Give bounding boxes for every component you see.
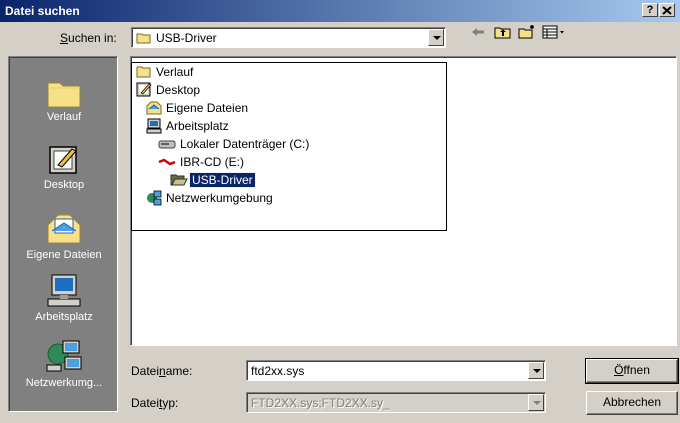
dropdown-item-label: Desktop: [156, 83, 201, 97]
my-computer-icon: [146, 118, 162, 134]
up-folder-icon[interactable]: [494, 24, 512, 40]
cancel-button[interactable]: Abbrechen: [586, 391, 678, 415]
network-icon: [46, 340, 82, 372]
lookin-dropdown-button[interactable]: [428, 29, 444, 46]
open-folder-icon: [136, 33, 151, 44]
place-label: Netzwerkumg...: [25, 377, 103, 389]
filename-value: ftd2xx.sys: [251, 364, 305, 378]
filetype-value: FTD2XX.sys;FTD2XX.sy_: [251, 396, 390, 410]
help-button[interactable]: ?: [642, 3, 658, 17]
filename-dropdown-button[interactable]: [528, 362, 544, 379]
my-documents-icon: [146, 101, 162, 115]
dropdown-item-label: Lokaler Datenträger (C:): [180, 137, 310, 151]
place-label: Eigene Dateien: [26, 249, 102, 261]
window-title: Datei suchen: [5, 4, 80, 18]
hard-drive-icon: [158, 140, 176, 149]
filetype-label: Dateityp:: [131, 396, 179, 410]
dropdown-item-label: Arbeitsplatz: [166, 119, 229, 133]
lookin-value: USB-Driver: [156, 31, 217, 45]
dropdown-item-label: USB-Driver: [189, 172, 256, 188]
dropdown-item-label: Eigene Dateien: [166, 101, 249, 115]
new-folder-icon[interactable]: [518, 24, 536, 40]
places-bar: Verlauf Desktop Eigene Dateien Arbeitspl…: [8, 56, 118, 412]
dropdown-item-label: IBR-CD (E:): [180, 155, 244, 169]
dropdown-item-label: Netzwerkumgebung: [166, 191, 273, 205]
desktop-icon: [136, 82, 152, 97]
history-folder-icon: [47, 82, 81, 108]
place-desktop[interactable]: Desktop: [9, 143, 119, 191]
close-button[interactable]: [659, 3, 675, 17]
cd-drive-icon: [158, 158, 176, 166]
close-icon: [662, 6, 672, 15]
dropdown-item-label: Verlauf: [156, 65, 194, 79]
open-folder-icon: [170, 174, 188, 186]
view-menu-icon[interactable]: [542, 24, 568, 40]
place-eigene-dateien[interactable]: Eigene Dateien: [9, 213, 119, 261]
my-documents-icon: [47, 214, 81, 244]
filetype-dropdown-button[interactable]: [528, 394, 544, 411]
title-bar: Datei suchen ?: [0, 0, 680, 22]
place-label: Desktop: [43, 179, 85, 191]
my-computer-icon: [47, 274, 81, 307]
open-button[interactable]: Öffnen: [585, 358, 679, 384]
filetype-select[interactable]: FTD2XX.sys;FTD2XX.sy_: [246, 392, 546, 413]
network-icon: [147, 190, 162, 206]
filename-input[interactable]: ftd2xx.sys: [246, 360, 546, 381]
lookin-label: Suchen in:: [60, 31, 117, 45]
place-verlauf[interactable]: Verlauf: [9, 77, 119, 123]
place-arbeitsplatz[interactable]: Arbeitsplatz: [9, 273, 119, 323]
place-netzwerkumgebung[interactable]: Netzwerkumg...: [9, 339, 119, 389]
lookin-dropdown-list: Verlauf Desktop Eigene Dateien Arbeitspl…: [131, 62, 447, 231]
back-arrow-icon[interactable]: [470, 24, 486, 40]
lookin-combo[interactable]: USB-Driver: [131, 27, 446, 48]
place-label: Arbeitsplatz: [35, 311, 93, 323]
filename-label: Dateiname:: [131, 364, 193, 378]
place-label: Verlauf: [46, 111, 82, 123]
folder-icon: [136, 66, 151, 78]
desktop-icon: [49, 146, 77, 174]
